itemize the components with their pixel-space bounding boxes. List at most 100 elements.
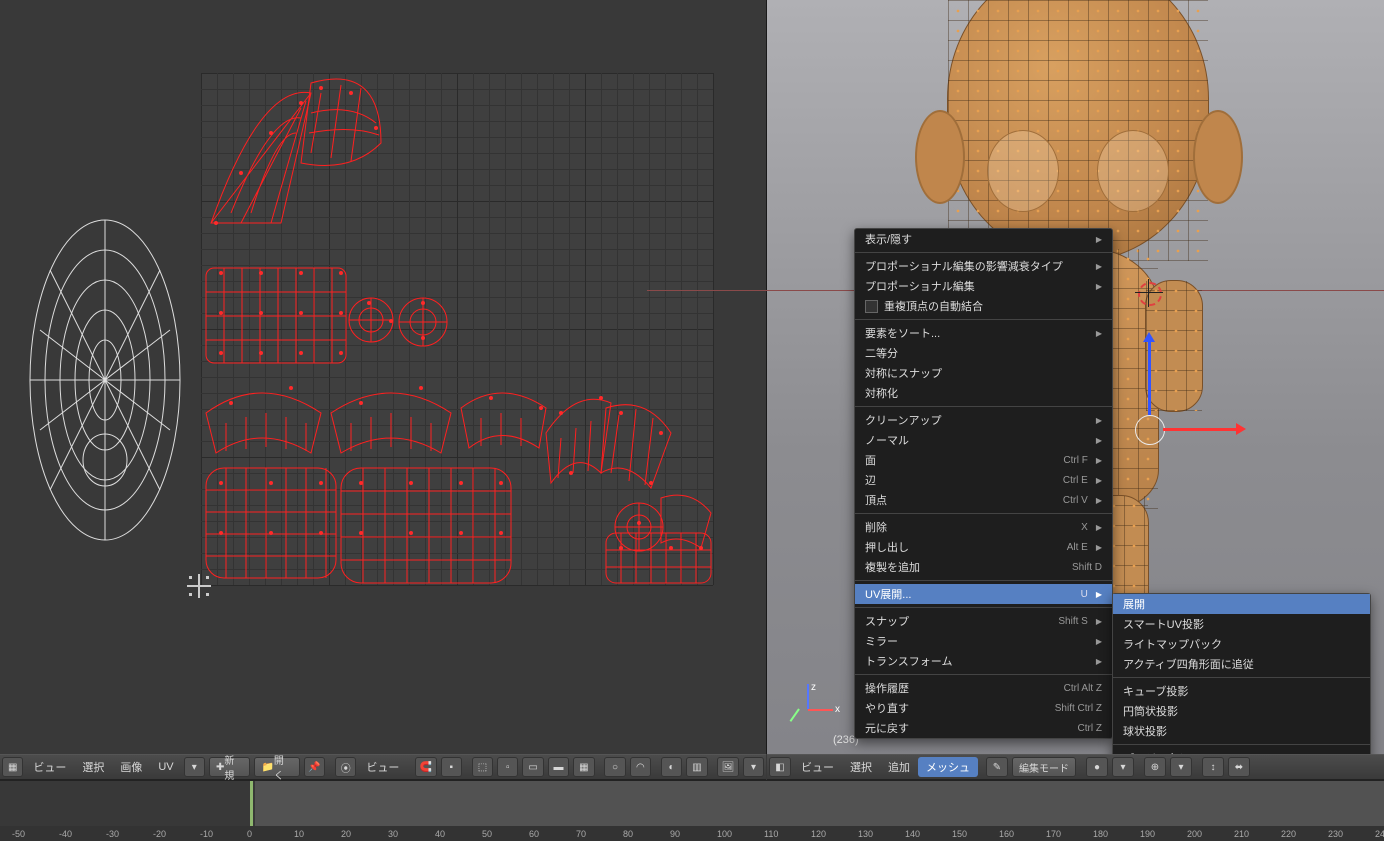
dope-sheet[interactable]: -50-40-30-20-100102030405060708090100110…: [0, 780, 1384, 841]
menu-item[interactable]: UV展開...U▶: [855, 584, 1112, 604]
menu-item[interactable]: 操作履歴Ctrl Alt Z: [855, 678, 1112, 698]
ruler-tick: 110: [764, 829, 778, 839]
menu-item[interactable]: クリーンアップ▶: [855, 410, 1112, 430]
menu-item[interactable]: 要素をソート...▶: [855, 323, 1112, 343]
channels-icon[interactable]: ▾: [743, 757, 764, 777]
menu-item[interactable]: 表示/隠す▶: [855, 229, 1112, 249]
uv-image-editor[interactable]: // placeholder — grid drawn below via JS…: [0, 0, 766, 754]
ruler-tick: 50: [482, 829, 492, 839]
uv-island-select-icon[interactable]: ▦: [573, 757, 594, 777]
normalized-icon[interactable]: ▥: [686, 757, 707, 777]
viewport-shading-icon[interactable]: ●: [1086, 757, 1108, 777]
menu-item[interactable]: 辺Ctrl E▶: [855, 470, 1112, 490]
menu-view-3d[interactable]: ビュー: [793, 759, 842, 775]
menu-item[interactable]: スマートUV投影: [1113, 614, 1370, 634]
menu-item[interactable]: 削除X▶: [855, 517, 1112, 537]
menu-item[interactable]: 球状投影: [1113, 721, 1370, 741]
menu-add-3d[interactable]: 追加: [880, 759, 918, 775]
menu-item[interactable]: 面Ctrl F▶: [855, 450, 1112, 470]
menu-item[interactable]: 元に戻すCtrl Z: [855, 718, 1112, 738]
mode-dropdown[interactable]: 編集モード: [1012, 757, 1076, 777]
menu-item[interactable]: アクティブ四角形面に追従: [1113, 654, 1370, 674]
render-result-icon[interactable]: 🖼: [717, 757, 738, 777]
ruler-tick: 210: [1234, 829, 1249, 839]
editor-type-icon[interactable]: ▦: [2, 757, 23, 777]
menu-item[interactable]: 複製を追加Shift D: [855, 557, 1112, 577]
image-browse-icon[interactable]: ▾: [184, 757, 205, 777]
pin-icon[interactable]: 📌: [304, 757, 325, 777]
menu-item[interactable]: 重複頂点の自動結合: [855, 296, 1112, 316]
live-unwrap-icon[interactable]: ◐: [661, 757, 682, 777]
menu-item[interactable]: 頂点Ctrl V▶: [855, 490, 1112, 510]
menu-item[interactable]: キューブ投影: [1113, 681, 1370, 701]
viewport-shading-dropdown-icon[interactable]: ▾: [1112, 757, 1134, 777]
proportional-falloff-icon[interactable]: ◠: [630, 757, 651, 777]
ruler-tick: 140: [905, 829, 920, 839]
pivot-dropdown-icon[interactable]: ▾: [1170, 757, 1192, 777]
menu-uv[interactable]: UV: [150, 761, 181, 773]
menu-item[interactable]: 対称化: [855, 383, 1112, 403]
ruler-tick: 100: [717, 829, 732, 839]
ruler-tick: 20: [341, 829, 351, 839]
menu-item[interactable]: 対称にスナップ: [855, 363, 1112, 383]
ruler-tick: 0: [247, 829, 252, 839]
ruler-tick: 60: [529, 829, 539, 839]
transform-orient-icon[interactable]: ⬌: [1228, 757, 1250, 777]
3d-cursor: [1135, 279, 1163, 307]
uv-edge-select-icon[interactable]: ▭: [522, 757, 543, 777]
mode-icon[interactable]: ✎: [986, 757, 1008, 777]
uv-face-select-icon[interactable]: ▬: [548, 757, 569, 777]
new-image-button[interactable]: ✚ 新規: [209, 757, 250, 777]
manipulator-toggle-icon[interactable]: ↕: [1202, 757, 1224, 777]
menu-mesh-3d[interactable]: メッシュ: [918, 757, 978, 777]
pivot-center-icon[interactable]: ⊕: [1144, 757, 1166, 777]
3dview-header[interactable]: ◧ ビュー 選択 追加 メッシュ ✎ 編集モード ● ▾ ⊕ ▾ ↕ ⬌: [767, 754, 1384, 780]
uv-editor-header[interactable]: ▦ ビュー 選択 画像 UV ▾ ✚ 新規 📁 開く 📌 ⦿ ビュー 🧲 ▪ ⬚…: [0, 754, 766, 780]
menu-item[interactable]: 二等分: [855, 343, 1112, 363]
ruler-tick: 230: [1328, 829, 1343, 839]
menu-item[interactable]: やり直すShift Ctrl Z: [855, 698, 1112, 718]
menu-item[interactable]: ライトマップパック: [1113, 634, 1370, 654]
snap-target-icon[interactable]: ▪: [441, 757, 462, 777]
ruler-tick: 90: [670, 829, 680, 839]
ruler-tick: -20: [153, 829, 166, 839]
menu-item[interactable]: スナップShift S▶: [855, 611, 1112, 631]
mesh-context-menu[interactable]: 表示/隠す▶ プロポーショナル編集の影響減衰タイプ▶プロポーショナル編集▶重複頂点…: [854, 228, 1113, 739]
uv-vertex-select-icon[interactable]: ▫: [497, 757, 518, 777]
menu-view[interactable]: ビュー: [25, 759, 74, 775]
pivot-label[interactable]: ビュー: [358, 759, 407, 775]
editor-type-icon[interactable]: ◧: [769, 757, 791, 777]
menu-item[interactable]: プロポーショナル編集の影響減衰タイプ▶: [855, 256, 1112, 276]
menu-item[interactable]: トランスフォーム▶: [855, 651, 1112, 671]
menu-item[interactable]: 円筒状投影: [1113, 701, 1370, 721]
menu-image[interactable]: 画像: [112, 759, 150, 775]
menu-select[interactable]: 選択: [74, 759, 112, 775]
menu-item[interactable]: プロポーショナル編集▶: [855, 276, 1112, 296]
axis-gizmo: zx: [783, 684, 833, 734]
uv-grid: // placeholder — grid drawn below via JS…: [201, 73, 713, 585]
menu-item[interactable]: 展開: [1113, 594, 1370, 614]
playhead[interactable]: [250, 781, 253, 826]
ruler-tick: 180: [1093, 829, 1108, 839]
ruler-tick: 240: [1375, 829, 1384, 839]
open-image-button[interactable]: 📁 開く: [254, 757, 299, 777]
ruler-tick: 30: [388, 829, 398, 839]
ruler-tick: 40: [435, 829, 445, 839]
uv-select-sync-icon[interactable]: ⬚: [472, 757, 493, 777]
ruler-tick: 120: [811, 829, 826, 839]
proportional-edit-icon[interactable]: ○: [604, 757, 625, 777]
ruler-tick: 160: [999, 829, 1014, 839]
snap-toggle-icon[interactable]: 🧲: [415, 757, 436, 777]
menu-item[interactable]: 押し出しAlt E▶: [855, 537, 1112, 557]
ruler-tick: 190: [1140, 829, 1155, 839]
menu-item[interactable]: ノーマル▶: [855, 430, 1112, 450]
menu-select-3d[interactable]: 選択: [842, 759, 880, 775]
pivot-mode-icon[interactable]: ⦿: [335, 757, 356, 777]
timeline-ruler[interactable]: -50-40-30-20-100102030405060708090100110…: [0, 826, 1384, 841]
menu-item[interactable]: ミラー▶: [855, 631, 1112, 651]
ruler-tick: -40: [59, 829, 72, 839]
ruler-tick: 220: [1281, 829, 1296, 839]
dope-timeline-region[interactable]: [255, 781, 1384, 826]
ruler-tick: 70: [576, 829, 586, 839]
transform-manipulator[interactable]: [1135, 415, 1195, 475]
